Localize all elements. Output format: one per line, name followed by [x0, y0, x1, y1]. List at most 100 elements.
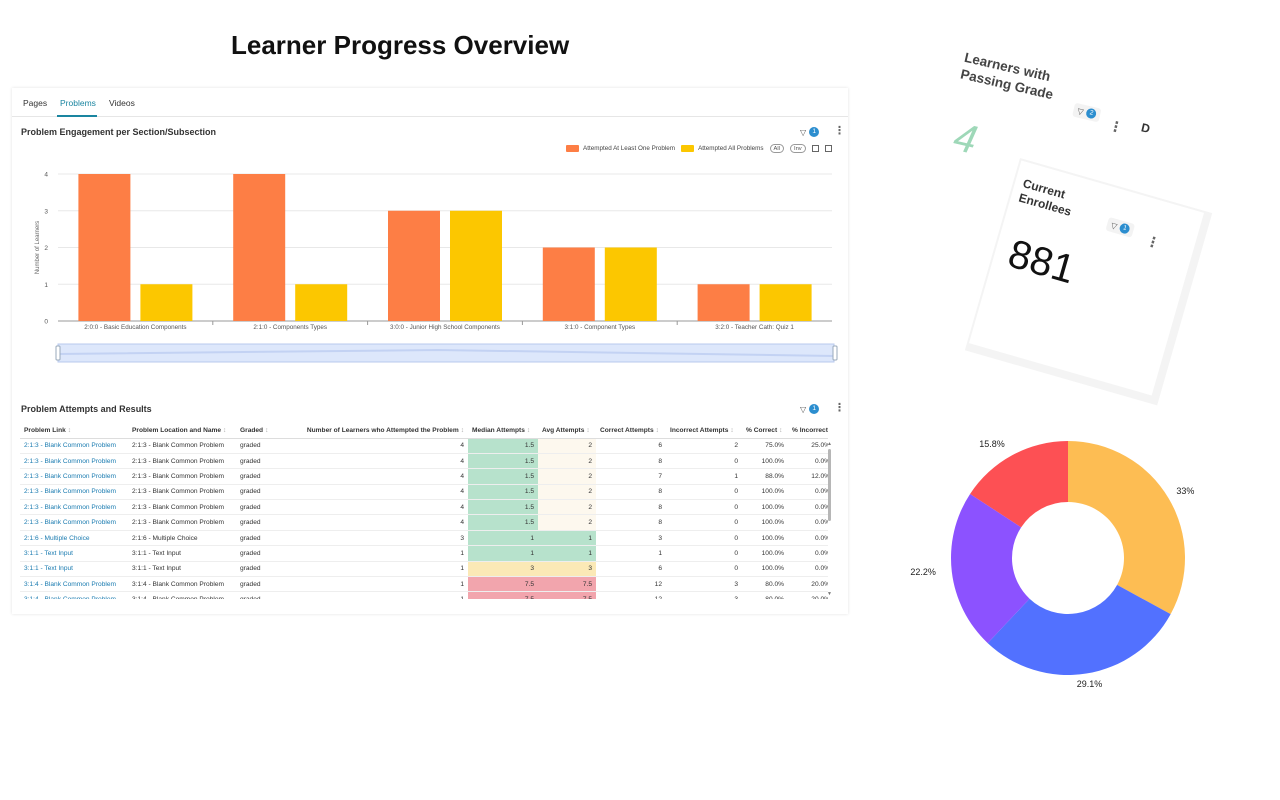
table-cell: 2	[538, 438, 596, 454]
column-header[interactable]: Incorrect Attempts ↕	[666, 423, 742, 439]
problem-link[interactable]: 2:1:3 - Blank Common Problem	[20, 438, 128, 454]
sort-icon[interactable]: ↕	[779, 427, 782, 434]
table-cell: 1	[468, 530, 538, 547]
bar	[295, 284, 348, 321]
problem-link[interactable]: 3:1:4 - Blank Common Problem	[20, 591, 128, 599]
problem-link[interactable]: 2:1:3 - Blank Common Problem	[20, 514, 128, 531]
bar	[140, 284, 193, 321]
table-cell: 3:1:1 - Text Input	[128, 545, 236, 562]
problem-link[interactable]: 2:1:3 - Blank Common Problem	[20, 499, 128, 516]
problem-link[interactable]: 2:1:6 - Multiple Choice	[20, 530, 128, 547]
zoom-handle-right[interactable]	[832, 345, 838, 361]
column-header[interactable]: % Incorrect↕	[788, 423, 828, 439]
zoom-handle-left[interactable]	[55, 345, 61, 361]
table-cell: 0	[666, 484, 742, 501]
scroll-up-icon[interactable]: ▲	[827, 441, 832, 447]
table-cell: 0.0%	[788, 561, 828, 578]
table-row: 3:1:1 - Text Input 3:1:1 - Text Input grad…	[20, 561, 828, 578]
table-cell: 4	[284, 468, 468, 485]
column-header[interactable]: Correct Attempts ↕	[596, 423, 666, 439]
attempts-more-icon[interactable]: ⋮	[834, 403, 845, 414]
table-cell: 2	[666, 438, 742, 454]
distribution-donut-chart	[951, 441, 1185, 675]
problem-link[interactable]: 2:1:3 - Blank Common Problem	[20, 484, 128, 501]
table-cell: 2:1:3 - Blank Common Problem	[128, 484, 236, 501]
column-header-label: Graded	[240, 426, 264, 434]
sort-icon[interactable]: ↕	[527, 427, 530, 434]
engagement-bar-chart: 0 1 2 3 4 Number of Learners 2:0:0 - Basic Edu…	[35, 172, 838, 363]
enrollees-filter-button[interactable]: ▽ 1	[1105, 216, 1136, 238]
bar	[78, 174, 131, 321]
table-cell: 2:1:3 - Blank Common Problem	[128, 453, 236, 470]
table-cell: 100.0%	[742, 514, 788, 531]
filter-icon: ▽	[1109, 220, 1119, 231]
column-header-label: Problem Location and Name	[132, 426, 222, 434]
table-cell: 88.0%	[742, 468, 788, 485]
table-cell: 100.0%	[742, 545, 788, 562]
table-row: 2:1:3 - Blank Common Problem 2:1:3 - Blan…	[20, 514, 828, 531]
column-header[interactable]: Median Attempts ↕	[468, 423, 538, 439]
problem-link[interactable]: 3:1:4 - Blank Common Problem	[20, 576, 128, 593]
y-axis-label: Number of Learners	[35, 221, 41, 274]
column-header-label: Incorrect Attempts	[670, 426, 729, 434]
column-header-label: Median Attempts	[472, 426, 525, 434]
donut-slice[interactable]	[1068, 441, 1185, 615]
table-cell: 4	[284, 453, 468, 470]
sort-icon[interactable]: ↕	[656, 427, 659, 434]
column-header[interactable]: Avg Attempts ↕	[538, 423, 596, 439]
table-cell: 3	[284, 530, 468, 547]
column-header[interactable]: Graded ↕	[236, 423, 284, 439]
table-cell: 1.5	[468, 438, 538, 454]
y-tick-label: 3	[44, 208, 48, 215]
table-cell: 1	[596, 545, 666, 562]
table-scrollbar[interactable]: ▲ ▼	[827, 441, 832, 599]
table-cell: 3:1:4 - Blank Common Problem	[128, 591, 236, 599]
column-header-label: Avg Attempts	[542, 426, 585, 434]
table-cell: 100.0%	[742, 530, 788, 547]
column-header[interactable]: % Correct ↕	[742, 423, 788, 439]
table-cell: 12	[596, 591, 666, 599]
column-header[interactable]: Problem Location and Name ↕	[128, 423, 236, 439]
table-cell: 0.0%	[788, 545, 828, 562]
filter-icon: ▽	[800, 404, 807, 414]
y-tick-label: 2	[44, 245, 48, 252]
passing-grade-filter-button[interactable]: ▽ 2	[1072, 102, 1102, 123]
table-cell: 0.0%	[788, 514, 828, 531]
table-cell: 12.0%	[788, 468, 828, 485]
table-cell: 20.0%	[788, 576, 828, 593]
table-cell: 1.5	[468, 468, 538, 485]
passing-grade-more-icon[interactable]: ⋮	[1107, 117, 1124, 137]
attempts-filter-button[interactable]: ▽ 1	[800, 404, 820, 414]
bar	[450, 210, 502, 321]
sort-icon[interactable]: ↕	[265, 427, 268, 434]
table-cell: 1	[284, 561, 468, 578]
sort-icon[interactable]: ↕	[223, 427, 226, 434]
table-row: 2:1:3 - Blank Common Problem 2:1:3 - Blan…	[20, 438, 828, 454]
table-cell: 0.0%	[788, 484, 828, 501]
y-tick-label: 1	[44, 282, 48, 289]
table-cell: 2:1:3 - Blank Common Problem	[128, 499, 236, 516]
sort-icon[interactable]: ↕	[586, 427, 589, 434]
sort-icon[interactable]: ↕	[730, 427, 733, 434]
table-cell: 0	[666, 530, 742, 547]
table-row: 2:1:3 - Blank Common Problem 2:1:3 - Blan…	[20, 453, 828, 470]
table-row: 2:1:3 - Blank Common Problem 2:1:3 - Blan…	[20, 484, 828, 501]
scroll-thumb[interactable]	[828, 449, 831, 521]
table-cell: 7.5	[468, 591, 538, 599]
enrollees-more-icon[interactable]: ⋮	[1144, 232, 1162, 252]
table-cell: 7.5	[538, 576, 596, 593]
scroll-down-icon[interactable]: ▼	[827, 591, 832, 597]
x-tick-label: 3:1:0 - Component Types	[565, 324, 636, 331]
sort-icon[interactable]: ↕	[461, 427, 464, 434]
table-cell: 0	[666, 453, 742, 470]
problem-link[interactable]: 2:1:3 - Blank Common Problem	[20, 468, 128, 485]
sort-icon[interactable]: ↕	[68, 427, 71, 434]
bar	[604, 247, 657, 321]
column-header-label: Correct Attempts	[600, 426, 654, 434]
problem-link[interactable]: 3:1:1 - Text Input	[20, 545, 128, 562]
problem-link[interactable]: 3:1:1 - Text Input	[20, 561, 128, 578]
problem-link[interactable]: 2:1:3 - Blank Common Problem	[20, 453, 128, 470]
column-header-label: % Correct	[746, 426, 778, 434]
column-header[interactable]: Number of Learners who Attempted the Pro…	[284, 423, 468, 439]
column-header[interactable]: Problem Link ↕	[20, 423, 128, 439]
